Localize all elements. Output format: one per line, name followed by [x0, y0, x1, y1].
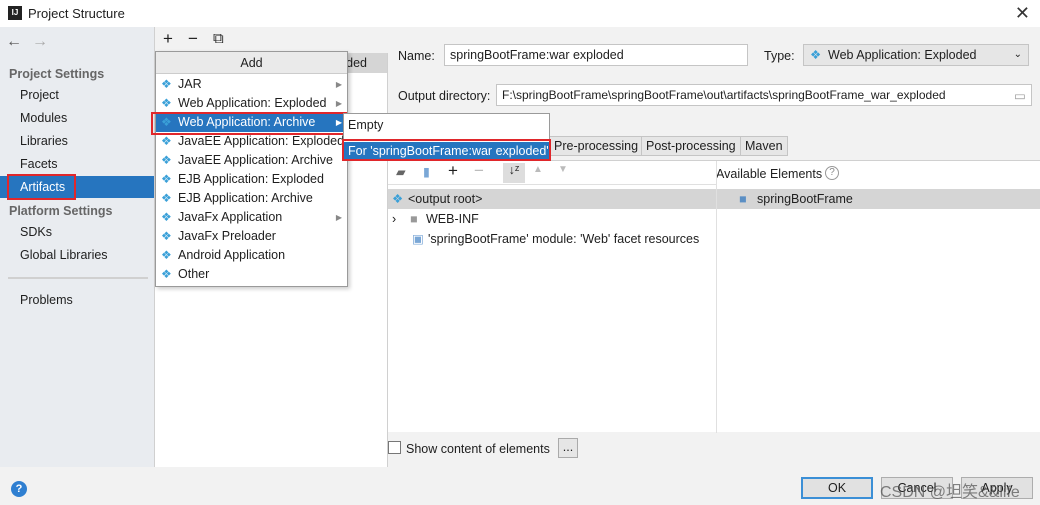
artifact-toolbar: + − ⧉ [155, 27, 388, 53]
web-app-icon: ❖ [810, 48, 822, 62]
tab-post-processing[interactable]: Post-processing [641, 136, 741, 156]
submenu-arrow-icon: ▶ [335, 99, 342, 108]
watermark: CSDN @坦笑&&life [880, 484, 1020, 501]
artifact-type-icon: ❖ [161, 134, 172, 148]
artifact-type-icon: ❖ [161, 267, 172, 281]
tab-pre-processing[interactable]: Pre-processing [549, 136, 644, 156]
artifact-icon: ❖ [392, 192, 404, 206]
move-down-icon[interactable]: ▼ [558, 164, 568, 175]
type-value: Web Application: Exploded [828, 48, 977, 62]
more-button[interactable]: ... [558, 438, 578, 458]
menu-item-label: Android Application [178, 248, 286, 262]
sidebar-item-global-libraries[interactable]: Global Libraries [0, 244, 154, 266]
copy-icon[interactable]: ⧉ [213, 30, 224, 47]
available-elements-label: Available Elements [716, 167, 823, 181]
add-menu-item[interactable]: ❖ Android Application [156, 246, 347, 265]
web-facet-icon: ▣ [412, 232, 424, 246]
add-menu-item[interactable]: ❖ EJB Application: Exploded [156, 170, 347, 189]
chevron-down-icon: ⌄ [1013, 49, 1022, 60]
folder-icon: ■ [410, 212, 418, 226]
show-content-checkbox[interactable] [388, 441, 401, 454]
sidebar-item-project[interactable]: Project [0, 84, 154, 106]
help-button[interactable]: ? [11, 481, 27, 497]
move-up-icon[interactable]: ▲ [533, 164, 543, 175]
highlight-box [342, 139, 551, 161]
output-directory-input[interactable]: F:\springBootFrame\springBootFrame\out\a… [496, 84, 1032, 106]
artifact-details: Name: springBootFrame:war exploded Type:… [388, 27, 1040, 467]
close-icon[interactable]: ✕ [1015, 3, 1030, 24]
add-menu: Add ❖ JAR ▶ ❖ Web Application: Exploded ▶ ❖ Web… [155, 51, 348, 287]
menu-item-label: Other [178, 267, 210, 281]
show-content-label: Show content of elements [406, 442, 550, 456]
add-menu-item[interactable]: ❖ Other [156, 265, 347, 284]
tree-item-output-root[interactable]: ❖ <output root> [388, 189, 716, 209]
layout-panel: ▰ ▮ + − ↓ᶻ ▲ ▼ Available Elements ? ❖ <o… [388, 160, 1040, 433]
add-menu-item[interactable]: ❖ JavaFx Application ▶ [156, 208, 347, 227]
add-icon[interactable]: + [163, 29, 173, 49]
help-icon[interactable]: ? [825, 166, 839, 180]
chevron-right-icon[interactable]: › [392, 209, 396, 229]
sidebar-item-modules[interactable]: Modules [0, 107, 154, 129]
highlight-box [151, 112, 347, 135]
sidebar-item-sdks[interactable]: SDKs [0, 221, 154, 243]
artifact-type-icon: ❖ [161, 153, 172, 167]
submenu-arrow-icon: ▶ [335, 80, 342, 89]
artifact-type-icon: ❖ [161, 191, 172, 205]
add-menu-item[interactable]: ❖ JavaFx Preloader [156, 227, 347, 246]
module-folder-icon: ■ [739, 192, 747, 206]
type-label: Type: [764, 49, 795, 63]
submenu-item-empty[interactable]: Empty [348, 118, 383, 132]
highlight-box [7, 174, 76, 200]
menu-item-label: EJB Application: Exploded [178, 172, 324, 186]
window-title: Project Structure [28, 6, 125, 21]
archive-icon[interactable]: ▮ [423, 164, 430, 179]
menu-item-label: EJB Application: Archive [178, 191, 313, 205]
artifact-type-icon: ❖ [161, 210, 172, 224]
divider [8, 277, 148, 279]
tab-maven[interactable]: Maven [740, 136, 788, 156]
menu-item-label: JavaEE Application: Archive [178, 153, 333, 167]
add-menu-item[interactable]: ❖ JAR ▶ [156, 75, 347, 94]
output-directory-label: Output directory: [398, 89, 491, 103]
title-bar: IJ Project Structure ✕ [0, 0, 1040, 27]
add-menu-item[interactable]: ❖ JavaEE Application: Archive [156, 151, 347, 170]
artifact-type-icon: ❖ [161, 229, 172, 243]
add-menu-header: Add [156, 52, 347, 74]
artifact-type-icon: ❖ [161, 172, 172, 186]
remove-icon[interactable]: − [188, 29, 198, 49]
available-item-springbootframe[interactable]: ■ springBootFrame [717, 189, 1040, 209]
remove-element-icon[interactable]: − [474, 161, 484, 181]
menu-item-label: JavaFx Preloader [178, 229, 276, 243]
menu-item-label: Web Application: Exploded [178, 96, 327, 110]
name-input[interactable]: springBootFrame:war exploded [444, 44, 748, 66]
back-icon[interactable]: ← [6, 33, 22, 51]
section-platform-settings: Platform Settings [9, 204, 113, 218]
ok-button[interactable]: OK [801, 477, 873, 499]
layout-toolbar: ▰ ▮ + − ↓ᶻ ▲ ▼ [388, 161, 716, 185]
sidebar-item-facets[interactable]: Facets [0, 153, 154, 175]
sidebar-item-libraries[interactable]: Libraries [0, 130, 154, 152]
artifact-type-icon: ❖ [161, 96, 172, 110]
add-menu-item[interactable]: ❖ EJB Application: Archive [156, 189, 347, 208]
tree-item-facet-resources[interactable]: ▣ 'springBootFrame' module: 'Web' facet … [388, 229, 699, 249]
add-menu-item[interactable]: ❖ Web Application: Exploded ▶ [156, 94, 347, 113]
new-folder-icon[interactable]: ▰ [396, 164, 406, 179]
add-element-icon[interactable]: + [448, 161, 458, 181]
folder-icon[interactable]: ▭ [1014, 88, 1026, 103]
tree-item-web-inf[interactable]: › ■ WEB-INF [388, 209, 479, 229]
sidebar: ← → Project Settings Project Modules Lib… [0, 27, 155, 467]
menu-item-label: JavaEE Application: Exploded [178, 134, 345, 148]
forward-icon[interactable]: → [32, 33, 48, 51]
section-project-settings: Project Settings [9, 67, 105, 81]
menu-item-label: JAR [178, 77, 202, 91]
sort-icon[interactable]: ↓ᶻ [503, 163, 525, 183]
app-logo-icon: IJ [8, 6, 22, 20]
name-label: Name: [398, 49, 435, 63]
type-select[interactable]: ❖ Web Application: Exploded ⌄ [803, 44, 1029, 66]
sidebar-item-problems[interactable]: Problems [0, 289, 154, 311]
artifact-type-icon: ❖ [161, 77, 172, 91]
artifact-type-icon: ❖ [161, 248, 172, 262]
menu-item-label: JavaFx Application [178, 210, 283, 224]
submenu-arrow-icon: ▶ [335, 213, 342, 222]
